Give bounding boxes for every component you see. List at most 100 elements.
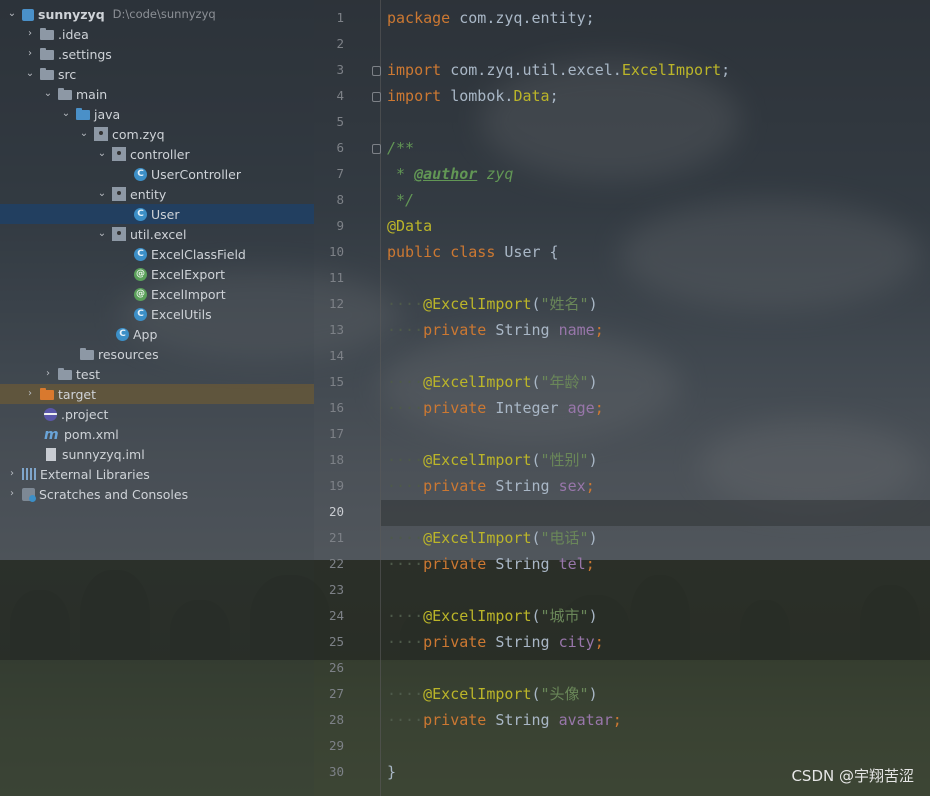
line-number[interactable]: 16 (314, 400, 344, 415)
line-number[interactable]: 18 (314, 452, 344, 467)
tree-item-iml[interactable]: sunnyzyq.iml (0, 444, 314, 464)
line-number[interactable]: 3 (314, 62, 344, 77)
tree-item-label: ExcelExport (151, 266, 226, 282)
tree-item-entity[interactable]: ⌄ entity (0, 184, 314, 204)
chevron-right-icon[interactable]: › (6, 488, 18, 500)
tree-item-idea[interactable]: › .idea (0, 24, 314, 44)
tree-item-resources[interactable]: resources (0, 344, 314, 364)
current-line-highlight (381, 500, 930, 526)
string-literal: "电话" (540, 529, 589, 547)
folder-icon (40, 68, 54, 80)
chevron-right-icon[interactable]: › (42, 368, 54, 380)
line-number[interactable]: 10 (314, 244, 344, 259)
tree-item-scratches[interactable]: › Scratches and Consoles (0, 484, 314, 504)
tree-item-external-libraries[interactable]: › External Libraries (0, 464, 314, 484)
tree-item-test[interactable]: › test (0, 364, 314, 384)
line-number[interactable]: 17 (314, 426, 344, 441)
chevron-down-icon[interactable]: ⌄ (78, 128, 90, 140)
line-number[interactable]: 1 (314, 10, 344, 25)
chevron-down-icon[interactable]: ⌄ (24, 68, 36, 80)
tree-item-controller[interactable]: ⌄ controller (0, 144, 314, 164)
folder-icon (40, 48, 54, 60)
tree-item-java[interactable]: ⌄ java (0, 104, 314, 124)
field-name: tel (558, 555, 586, 573)
annotation: @ExcelImport (423, 607, 532, 625)
tree-item-main[interactable]: ⌄ main (0, 84, 314, 104)
tree-item-label: test (76, 366, 101, 382)
line-number[interactable]: 15 (314, 374, 344, 389)
chevron-down-icon[interactable]: ⌄ (42, 88, 54, 100)
chevron-down-icon[interactable]: ⌄ (96, 188, 108, 200)
chevron-right-icon[interactable]: › (6, 468, 18, 480)
tree-item-com-zyq[interactable]: ⌄ com.zyq (0, 124, 314, 144)
tree-item-excelclassfield[interactable]: C ExcelClassField (0, 244, 314, 264)
tree-item-pom[interactable]: m pom.xml (0, 424, 314, 444)
folder-icon (40, 28, 54, 40)
tree-item-label: resources (98, 346, 159, 362)
chevron-right-icon[interactable]: › (24, 28, 36, 40)
chevron-down-icon[interactable]: ⌄ (6, 8, 18, 20)
tree-item-label: src (58, 66, 77, 82)
tree-item-project-root[interactable]: ⌄ sunnyzyq D:\code\sunnyzyq (0, 4, 314, 24)
tree-item-src[interactable]: ⌄ src (0, 64, 314, 84)
line-number[interactable]: 23 (314, 582, 344, 597)
tree-item-user[interactable]: C User (0, 204, 314, 224)
import-class: Data (513, 87, 550, 105)
keyword: private (423, 399, 487, 417)
tree-item-excelexport[interactable]: @ ExcelExport (0, 264, 314, 284)
line-number[interactable]: 24 (314, 608, 344, 623)
chevron-down-icon[interactable]: ⌄ (96, 148, 108, 160)
line-number[interactable]: 14 (314, 348, 344, 363)
line-number[interactable]: 2 (314, 36, 344, 51)
package-icon (112, 147, 126, 161)
chevron-down-icon[interactable]: ⌄ (96, 228, 108, 240)
line-number[interactable]: 4 (314, 88, 344, 103)
chevron-right-icon[interactable]: › (24, 388, 36, 400)
tree-item-excelutils[interactable]: C ExcelUtils (0, 304, 314, 324)
line-number[interactable]: 27 (314, 686, 344, 701)
line-number[interactable]: 11 (314, 270, 344, 285)
line-number[interactable]: 9 (314, 218, 344, 233)
fold-icon[interactable] (372, 144, 381, 154)
tree-item-usercontroller[interactable]: C UserController (0, 164, 314, 184)
line-number[interactable]: 13 (314, 322, 344, 337)
line-number[interactable]: 30 (314, 764, 344, 779)
line-number[interactable]: 5 (314, 114, 344, 129)
import-path: com.zyq.util.excel. (441, 61, 622, 79)
tree-item-app[interactable]: C App (0, 324, 314, 344)
line-number[interactable]: 12 (314, 296, 344, 311)
line-number[interactable]: 8 (314, 192, 344, 207)
chevron-right-icon[interactable]: › (24, 48, 36, 60)
file-icon (46, 447, 56, 461)
line-number[interactable]: 21 (314, 530, 344, 545)
indent-guide: ···· (387, 477, 424, 495)
line-number-gutter[interactable]: 1 2 3 4 5 6 7 8 9 10 11 12 13 14 15 16 17 18 19 20 21 22 23 24 2… (314, 0, 380, 796)
string-literal: "头像" (540, 685, 589, 703)
class-icon: C (134, 167, 147, 181)
fold-icon[interactable] (372, 66, 381, 76)
line-number[interactable]: 25 (314, 634, 344, 649)
tree-item-settings[interactable]: › .settings (0, 44, 314, 64)
indent-guide: ···· (387, 529, 424, 547)
line-number[interactable]: 29 (314, 738, 344, 753)
tree-item-util-excel[interactable]: ⌄ util.excel (0, 224, 314, 244)
code-editor[interactable]: 1 2 3 4 5 6 7 8 9 10 11 12 13 14 15 16 17 18 19 20 21 22 23 24 2… (314, 0, 930, 796)
code-line: ····private Integer age; (387, 399, 604, 417)
tree-item-label: User (151, 206, 180, 222)
line-number[interactable]: 20 (314, 504, 344, 519)
line-number[interactable]: 19 (314, 478, 344, 493)
gutter-divider (380, 0, 381, 796)
tree-item-project-file[interactable]: .project (0, 404, 314, 424)
annotation: @ExcelImport (423, 529, 532, 547)
fold-icon[interactable] (372, 92, 381, 102)
tree-item-label: sunnyzyq (38, 6, 105, 22)
line-number[interactable]: 6 (314, 140, 344, 155)
tree-item-excelimport[interactable]: @ ExcelImport (0, 284, 314, 304)
chevron-down-icon[interactable]: ⌄ (60, 108, 72, 120)
keyword: class (450, 243, 496, 261)
line-number[interactable]: 22 (314, 556, 344, 571)
line-number[interactable]: 7 (314, 166, 344, 181)
tree-item-target[interactable]: › target (0, 384, 314, 404)
line-number[interactable]: 26 (314, 660, 344, 675)
line-number[interactable]: 28 (314, 712, 344, 727)
